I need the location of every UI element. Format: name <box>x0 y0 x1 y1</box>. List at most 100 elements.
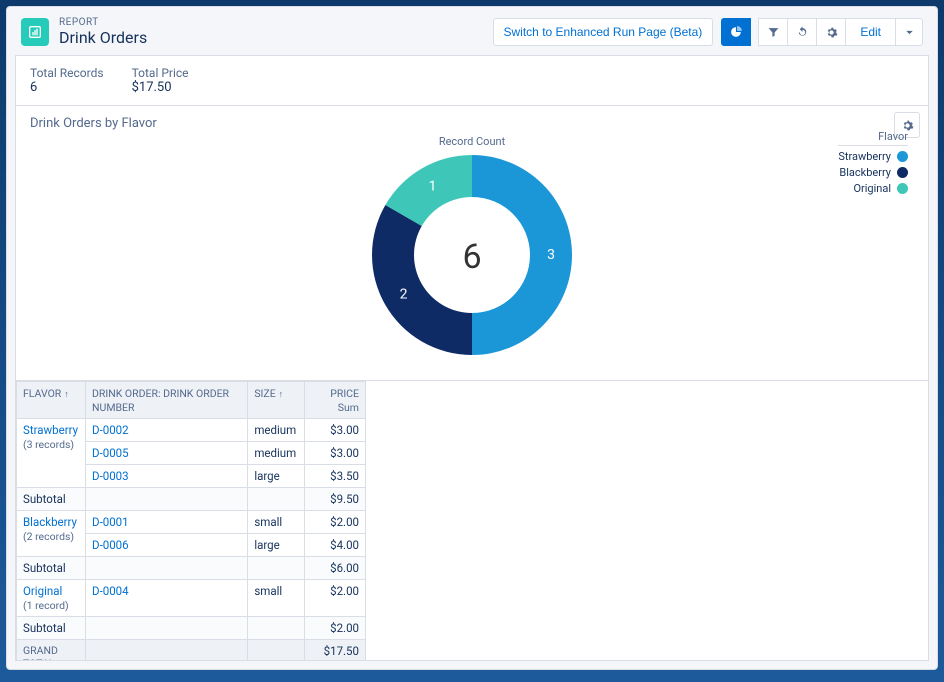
subtotal-label: Subtotal <box>17 617 86 640</box>
chart-icon <box>730 26 743 39</box>
order-link[interactable]: D-0003 <box>92 469 129 483</box>
report-window: REPORT Drink Orders Switch to Enhanced R… <box>6 6 938 670</box>
col-flavor-header[interactable]: FLAVOR↑ <box>17 382 86 419</box>
table-row: Blackberry(2 records)D-0001small$2.00 <box>17 511 366 534</box>
edit-button[interactable]: Edit <box>845 18 896 46</box>
order-link[interactable]: D-0006 <box>92 538 129 552</box>
size-cell: medium <box>248 442 305 465</box>
header-actions: Switch to Enhanced Run Page (Beta) Edit <box>493 18 923 46</box>
subtotal-price: $9.50 <box>305 488 366 511</box>
order-cell: D-0002 <box>86 419 248 442</box>
size-cell: small <box>248 511 305 534</box>
subtotal-label: Subtotal <box>17 488 86 511</box>
flavor-count: (3 records) <box>23 438 74 451</box>
legend-item[interactable]: Strawberry <box>838 150 908 163</box>
size-cell: large <box>248 534 305 557</box>
donut-slice-label: 2 <box>400 287 408 303</box>
table-row: Strawberry(3 records)D-0002medium$3.00 <box>17 419 366 442</box>
size-cell: medium <box>248 419 305 442</box>
total-price-value: $17.50 <box>132 80 189 95</box>
table-row: Original(1 record) D-0004 small$2.00 <box>17 580 366 617</box>
flavor-cell: Blackberry(2 records) <box>17 511 86 557</box>
report-icon <box>21 18 49 46</box>
subtotal-label: Subtotal <box>17 557 86 580</box>
legend-item[interactable]: Original <box>838 182 908 195</box>
chart-canvas: Record Count 3 2 1 6 <box>30 135 914 364</box>
donut-slice[interactable] <box>372 205 472 355</box>
funnel-icon <box>767 26 780 39</box>
order-cell: D-0004 <box>86 580 248 617</box>
price-cell: $2.00 <box>305 580 366 617</box>
legend-label: Strawberry <box>838 150 891 163</box>
legend-item[interactable]: Blackberry <box>838 166 908 179</box>
settings-button[interactable] <box>816 18 846 46</box>
filter-button[interactable] <box>758 18 788 46</box>
table-header-row: FLAVOR↑ DRINK ORDER: DRINK ORDER NUMBER … <box>17 382 366 419</box>
switch-enhanced-button[interactable]: Switch to Enhanced Run Page (Beta) <box>493 18 714 46</box>
donut-slice[interactable] <box>472 155 572 355</box>
report-table: FLAVOR↑ DRINK ORDER: DRINK ORDER NUMBER … <box>16 381 366 660</box>
flavor-cell: Strawberry(3 records) <box>17 419 86 488</box>
more-actions-button[interactable] <box>895 18 923 46</box>
price-cell: $3.00 <box>305 419 366 442</box>
sort-asc-icon: ↑ <box>64 389 69 400</box>
sort-asc-icon: ↑ <box>279 389 284 400</box>
subtotal-row: Subtotal $9.50 <box>17 488 366 511</box>
flavor-count: (1 record) <box>23 599 69 612</box>
order-link[interactable]: D-0004 <box>92 584 129 598</box>
col-size-header[interactable]: SIZE↑ <box>248 382 305 419</box>
order-cell: D-0001 <box>86 511 248 534</box>
order-cell: D-0005 <box>86 442 248 465</box>
chart-area: Drink Orders by Flavor Record Count 3 2 1 … <box>16 106 928 381</box>
price-cell: $3.50 <box>305 465 366 488</box>
order-link[interactable]: D-0001 <box>92 515 129 529</box>
flavor-link[interactable]: Original <box>23 584 62 598</box>
flavor-count: (2 records) <box>23 530 74 543</box>
size-cell: large <box>248 465 305 488</box>
legend-label: Original <box>853 182 891 195</box>
legend-label: Blackberry <box>839 166 891 179</box>
order-cell: D-0003 <box>86 465 248 488</box>
order-link[interactable]: D-0002 <box>92 423 129 437</box>
table-area: FLAVOR↑ DRINK ORDER: DRINK ORDER NUMBER … <box>16 381 928 660</box>
add-chart-button[interactable] <box>721 18 751 46</box>
grand-total-row: GRAND TOTAL(6 RECORDS)$17.50 <box>17 640 366 661</box>
header-left: REPORT Drink Orders <box>21 17 493 47</box>
summary-total-price: Total Price $17.50 <box>132 66 189 95</box>
col-order-header[interactable]: DRINK ORDER: DRINK ORDER NUMBER <box>86 382 248 419</box>
header-text: REPORT Drink Orders <box>59 17 147 47</box>
subtotal-price: $6.00 <box>305 557 366 580</box>
price-cell: $2.00 <box>305 511 366 534</box>
donut-center-value: 6 <box>462 237 481 277</box>
total-records-label: Total Records <box>30 66 104 80</box>
page-title: Drink Orders <box>59 28 147 47</box>
donut-slice-label: 1 <box>429 179 437 195</box>
order-cell: D-0006 <box>86 534 248 557</box>
col-price-header[interactable]: PRICE Sum <box>305 382 366 419</box>
flavor-link[interactable]: Blackberry <box>23 515 77 529</box>
report-header: REPORT Drink Orders Switch to Enhanced R… <box>7 7 937 55</box>
subtotal-row: Subtotal$2.00 <box>17 617 366 640</box>
order-link[interactable]: D-0005 <box>92 446 129 460</box>
donut-chart: 3 2 1 6 <box>367 150 577 364</box>
legend-swatch <box>897 167 908 178</box>
total-price-label: Total Price <box>132 66 189 80</box>
total-records-value: 6 <box>30 80 104 95</box>
refresh-button[interactable] <box>787 18 817 46</box>
legend-swatch <box>897 151 908 162</box>
gear-icon <box>825 26 838 39</box>
header-eyebrow: REPORT <box>59 17 147 28</box>
chart-metric-label: Record Count <box>439 135 505 148</box>
chart-title: Drink Orders by Flavor <box>30 116 914 131</box>
price-cell: $3.00 <box>305 442 366 465</box>
toolbar-group: Edit <box>721 18 923 46</box>
grand-total-label: GRAND TOTAL(6 RECORDS) <box>17 640 86 661</box>
flavor-link[interactable]: Strawberry <box>23 423 78 437</box>
report-panel: Total Records 6 Total Price $17.50 Drink… <box>15 55 929 661</box>
chart-legend: Flavor StrawberryBlackberryOriginal <box>838 130 908 198</box>
size-cell: small <box>248 580 305 617</box>
summary-bar: Total Records 6 Total Price $17.50 <box>16 56 928 106</box>
legend-swatch <box>897 183 908 194</box>
refresh-icon <box>796 26 809 39</box>
donut-slice-label: 3 <box>547 247 555 263</box>
